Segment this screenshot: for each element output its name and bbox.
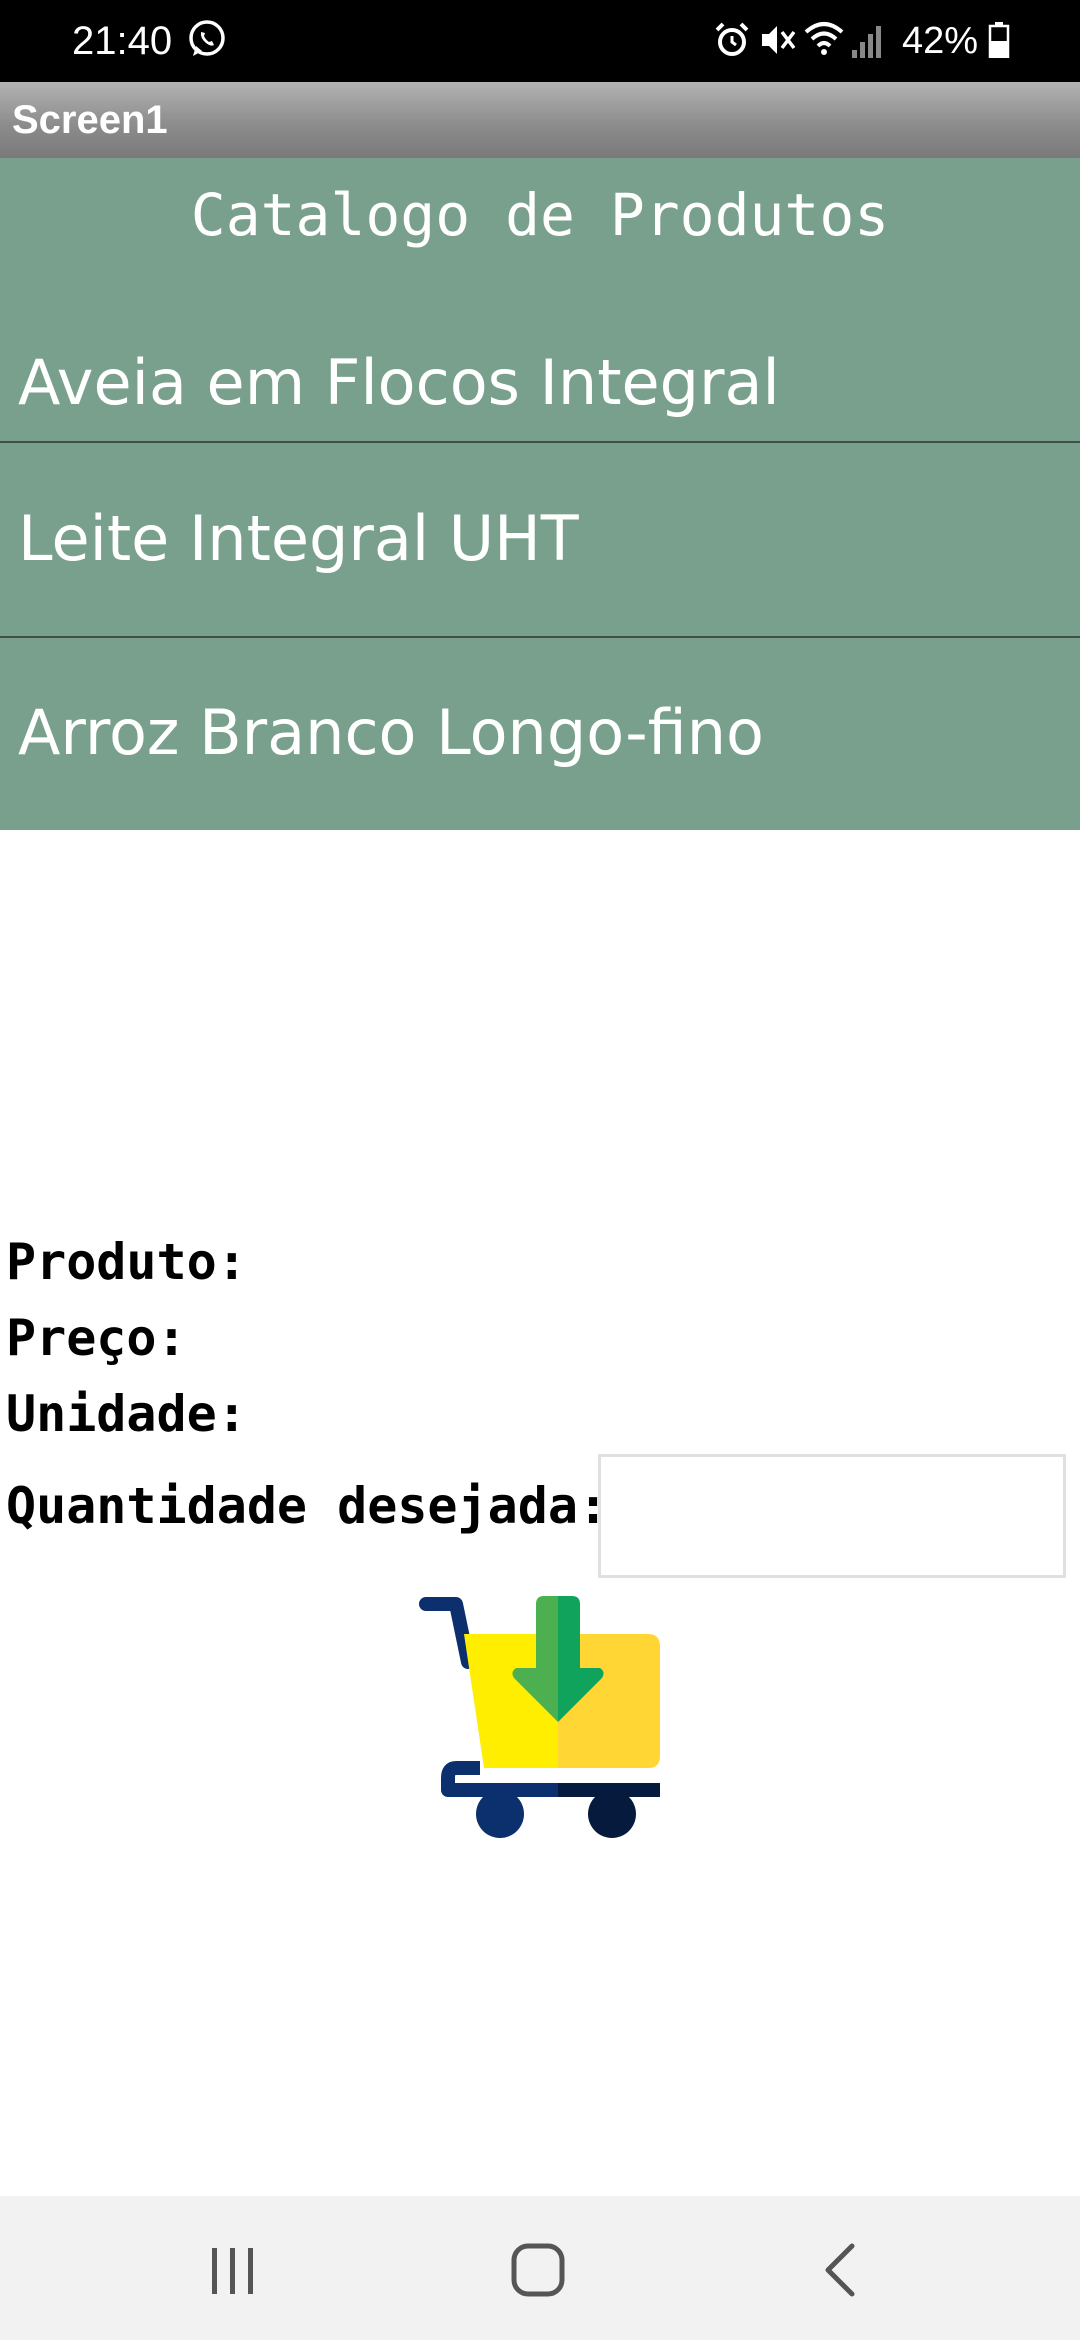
product-item-leite[interactable]: Leite Integral UHT [0, 444, 1080, 638]
screen-title: Screen1 [12, 98, 168, 142]
back-icon[interactable] [820, 2242, 860, 2298]
product-item-label: Arroz Branco Longo-fino [18, 696, 764, 769]
catalog-title: Catalogo de Produtos [190, 181, 890, 249]
product-item-arroz[interactable]: Arroz Branco Longo-fino [0, 638, 1080, 830]
price-label: Preço: [6, 1309, 187, 1367]
battery-percentage: 42% [902, 20, 979, 62]
alarm-icon [715, 22, 749, 56]
product-item-label: Aveia em Flocos Integral [18, 346, 780, 419]
mute-icon [762, 26, 796, 54]
product-item-aveia[interactable]: Aveia em Flocos Integral [0, 278, 1080, 438]
status-time: 21:40 [72, 19, 173, 63]
quantity-label: Quantidade desejada: [6, 1477, 609, 1535]
signal-icon [852, 26, 881, 58]
unit-label: Unidade: [6, 1385, 247, 1443]
add-to-cart-button[interactable] [416, 1592, 670, 1842]
product-item-label: Leite Integral UHT [18, 502, 579, 575]
home-icon[interactable] [510, 2242, 566, 2298]
wifi-icon [804, 22, 844, 55]
system-nav-bar [0, 2196, 1080, 2340]
whatsapp-icon [189, 20, 225, 56]
product-label: Produto: [6, 1233, 247, 1291]
add-to-cart-icon [419, 1596, 660, 1838]
app-title-bar: Screen1 [0, 82, 1080, 158]
product-catalog: Catalogo de Produtos Aveia em Flocos Int… [0, 158, 1080, 830]
battery-icon [988, 22, 1010, 58]
divider [0, 441, 1080, 443]
recent-apps-icon[interactable] [208, 2246, 258, 2296]
quantity-input[interactable] [598, 1454, 1066, 1578]
status-bar: 21:40 42% [0, 0, 1080, 82]
